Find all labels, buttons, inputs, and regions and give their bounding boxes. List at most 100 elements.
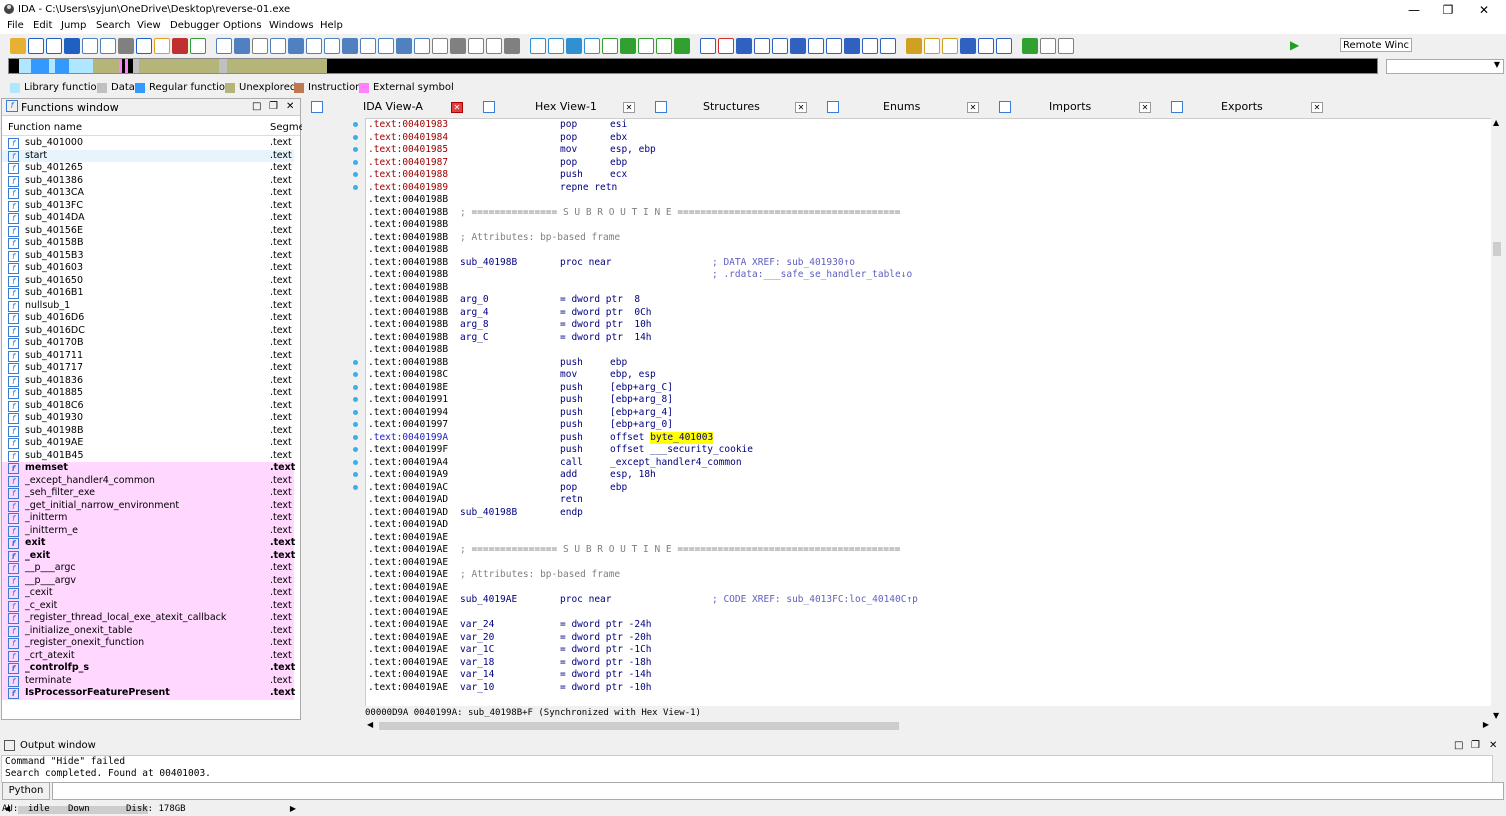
float-icon[interactable]: ❐ xyxy=(269,101,278,112)
highlighted-operand[interactable]: byte_401003 xyxy=(650,431,714,444)
function-list-item[interactable]: f __p___argv .text xyxy=(2,574,294,587)
breakpoint-marker[interactable] xyxy=(353,147,358,152)
function-list-item[interactable]: f sub_401B45 .text xyxy=(2,450,294,463)
disasm-line[interactable]: .text:004019AE xyxy=(368,532,1488,545)
toolbar-tool-icon[interactable] xyxy=(1040,38,1056,54)
toolbar-tool-icon[interactable] xyxy=(772,38,788,54)
toolbar-tool-icon[interactable] xyxy=(862,38,878,54)
function-list-item[interactable]: f sub_40170B .text xyxy=(2,337,294,350)
column-function-name[interactable]: Function name xyxy=(8,122,82,133)
disasm-line[interactable]: .text:004019AE var_14 = dword ptr -14h xyxy=(368,669,1488,682)
disasm-line[interactable]: .text:00401994 push [ebp+arg_4] xyxy=(368,407,1488,420)
disasm-xref-comment[interactable]: ; .rdata:___safe_se_handler_table↓o xyxy=(712,269,912,282)
toolbar-tool-icon[interactable] xyxy=(252,38,268,54)
toolbar-tool-icon[interactable] xyxy=(566,38,582,54)
disasm-hscrollbar[interactable]: ◀ ▶ xyxy=(365,720,1491,732)
disasm-line[interactable]: .text:004019AE var_24 = dword ptr -24h xyxy=(368,619,1488,632)
tab-enums[interactable]: Enums ✕ xyxy=(821,98,987,116)
disasm-line[interactable]: .text:0040198B arg_4 = dword ptr 0Ch xyxy=(368,307,1488,320)
restore-icon[interactable]: □ xyxy=(252,101,261,112)
disasm-line[interactable]: .text:004019AE var_10 = dword ptr -10h xyxy=(368,682,1488,695)
disasm-vscrollbar[interactable]: ▲ ▼ xyxy=(1491,118,1503,720)
tab-close-icon[interactable]: ✕ xyxy=(1139,102,1151,113)
breakpoint-marker[interactable] xyxy=(353,359,358,365)
output-window[interactable]: Command "Hide" failed Search completed. … xyxy=(1,755,1493,783)
function-list-item[interactable]: f _register_thread_local_exe_atexit_callb… xyxy=(2,612,294,625)
restore-icon[interactable]: □ xyxy=(1454,740,1463,751)
function-list-item[interactable]: f _controlfp_s .text xyxy=(2,662,295,675)
function-list-item[interactable]: f _register_onexit_function .text xyxy=(2,637,294,650)
toolbar-tool-icon[interactable] xyxy=(638,38,654,54)
function-list-item[interactable]: f _exit .text xyxy=(2,549,295,562)
toolbar-tool-icon[interactable] xyxy=(602,38,618,54)
disasm-line[interactable]: .text:004019A9 add esp, 18h xyxy=(368,469,1488,482)
breakpoint-marker[interactable] xyxy=(353,459,358,465)
disasm-line[interactable]: .text:0040198B arg_C = dword ptr 14h xyxy=(368,332,1488,345)
function-list-item[interactable]: f _c_exit .text xyxy=(2,599,294,612)
function-list-item[interactable]: f _initterm_e .text xyxy=(2,524,294,537)
disasm-line[interactable]: .text:004019AE xyxy=(368,607,1488,620)
toolbar-tool-icon[interactable] xyxy=(790,38,806,54)
function-list-item[interactable]: f sub_4014DA .text xyxy=(2,212,294,225)
toolbar-tool-icon[interactable] xyxy=(942,38,958,54)
function-list-item[interactable]: f _initterm .text xyxy=(2,512,294,525)
disasm-line[interactable]: .text:00401987 pop ebp xyxy=(368,157,1488,170)
function-list-item[interactable]: f memset .text xyxy=(2,462,295,475)
disasm-line[interactable]: .text:0040198B xyxy=(368,194,1488,207)
navigation-band[interactable] xyxy=(8,58,1378,74)
function-list-item[interactable]: f exit .text xyxy=(2,537,295,550)
toolbar-tool-icon[interactable] xyxy=(100,38,116,54)
toolbar-tool-icon[interactable] xyxy=(718,38,734,54)
disasm-line[interactable]: .text:004019AE var_18 = dword ptr -18h xyxy=(368,657,1488,670)
disasm-xref-comment[interactable]: ; CODE XREF: sub_4013FC:loc_40140C↑p xyxy=(712,594,918,607)
tab-hex-view-1[interactable]: Hex View-1 ✕ xyxy=(477,98,643,116)
function-list-item[interactable]: f sub_401717 .text xyxy=(2,362,294,375)
disasm-line[interactable]: .text:004019AD retn xyxy=(368,494,1488,507)
tab-ida-view-a[interactable]: IDA View-A ✕ xyxy=(305,98,471,116)
function-list-item[interactable]: f sub_4013FC .text xyxy=(2,200,294,213)
toolbar-tool-icon[interactable] xyxy=(584,38,600,54)
disasm-line[interactable]: .text:0040198E push [ebp+arg_C] xyxy=(368,382,1488,395)
function-list-item[interactable]: f start .text xyxy=(2,149,294,162)
disasm-line[interactable]: .text:00401991 push [ebp+arg_8] xyxy=(368,394,1488,407)
disasm-line[interactable]: .text:0040199F push offset ___security_coo… xyxy=(368,444,1488,457)
toolbar-tool-icon[interactable] xyxy=(82,38,98,54)
breakpoint-marker[interactable] xyxy=(353,134,358,140)
toolbar-tool-icon[interactable] xyxy=(360,38,376,54)
toolbar-tool-icon[interactable] xyxy=(620,38,636,54)
disasm-line[interactable]: .text:0040198B xyxy=(368,344,1488,357)
toolbar-tool-icon[interactable] xyxy=(28,38,44,54)
function-list-item[interactable]: f _seh_filter_exe .text xyxy=(2,487,294,500)
toolbar-tool-icon[interactable] xyxy=(1058,38,1074,54)
function-list-item[interactable]: f sub_4013CA .text xyxy=(2,187,294,200)
function-list-item[interactable]: f terminate .text xyxy=(2,674,294,687)
toolbar-tool-icon[interactable] xyxy=(46,38,62,54)
toolbar-tool-icon[interactable] xyxy=(468,38,484,54)
disasm-line[interactable]: .text:0040198B xyxy=(368,244,1488,257)
toolbar-tool-icon[interactable] xyxy=(270,38,286,54)
disasm-line[interactable]: .text:00401984 pop ebx xyxy=(368,132,1488,145)
disasm-xref-comment[interactable]: ; DATA XREF: sub_401930↑o xyxy=(712,257,855,270)
toolbar-tool-icon[interactable] xyxy=(414,38,430,54)
disasm-line[interactable]: .text:0040198B ; .rdata:___safe_se_handle… xyxy=(368,269,1488,282)
menu-debugger[interactable]: Debugger xyxy=(170,20,220,31)
function-list-item[interactable]: f sub_4016DC .text xyxy=(2,325,294,338)
function-list-item[interactable]: f _get_initial_narrow_environment .text xyxy=(2,499,294,512)
toolbar-tool-icon[interactable] xyxy=(530,38,546,54)
disasm-line[interactable]: .text:0040198B arg_8 = dword ptr 10h xyxy=(368,319,1488,332)
tab-structures[interactable]: Structures ✕ xyxy=(649,98,815,116)
toolbar-tool-icon[interactable] xyxy=(656,38,672,54)
function-list-item[interactable]: f sub_4019AE .text xyxy=(2,437,294,450)
function-list-item[interactable]: f _except_handler4_common .text xyxy=(2,474,294,487)
function-list-item[interactable]: f sub_4018C6 .text xyxy=(2,400,294,413)
disasm-line[interactable]: .text:004019AC pop ebp xyxy=(368,482,1488,495)
function-list-item[interactable]: f sub_401930 .text xyxy=(2,412,294,425)
scroll-down-icon[interactable]: ▼ xyxy=(1493,711,1499,720)
toolbar-tool-icon[interactable] xyxy=(396,38,412,54)
disasm-line[interactable]: .text:004019AE ; Attributes: bp-based fra… xyxy=(368,569,1488,582)
breakpoint-marker[interactable] xyxy=(353,184,358,190)
disasm-line[interactable]: .text:0040198C mov ebp, esp xyxy=(368,369,1488,382)
function-list-item[interactable]: f _cexit .text xyxy=(2,587,294,600)
breakpoint-marker[interactable] xyxy=(353,397,358,402)
toolbar-tool-icon[interactable] xyxy=(880,38,896,54)
